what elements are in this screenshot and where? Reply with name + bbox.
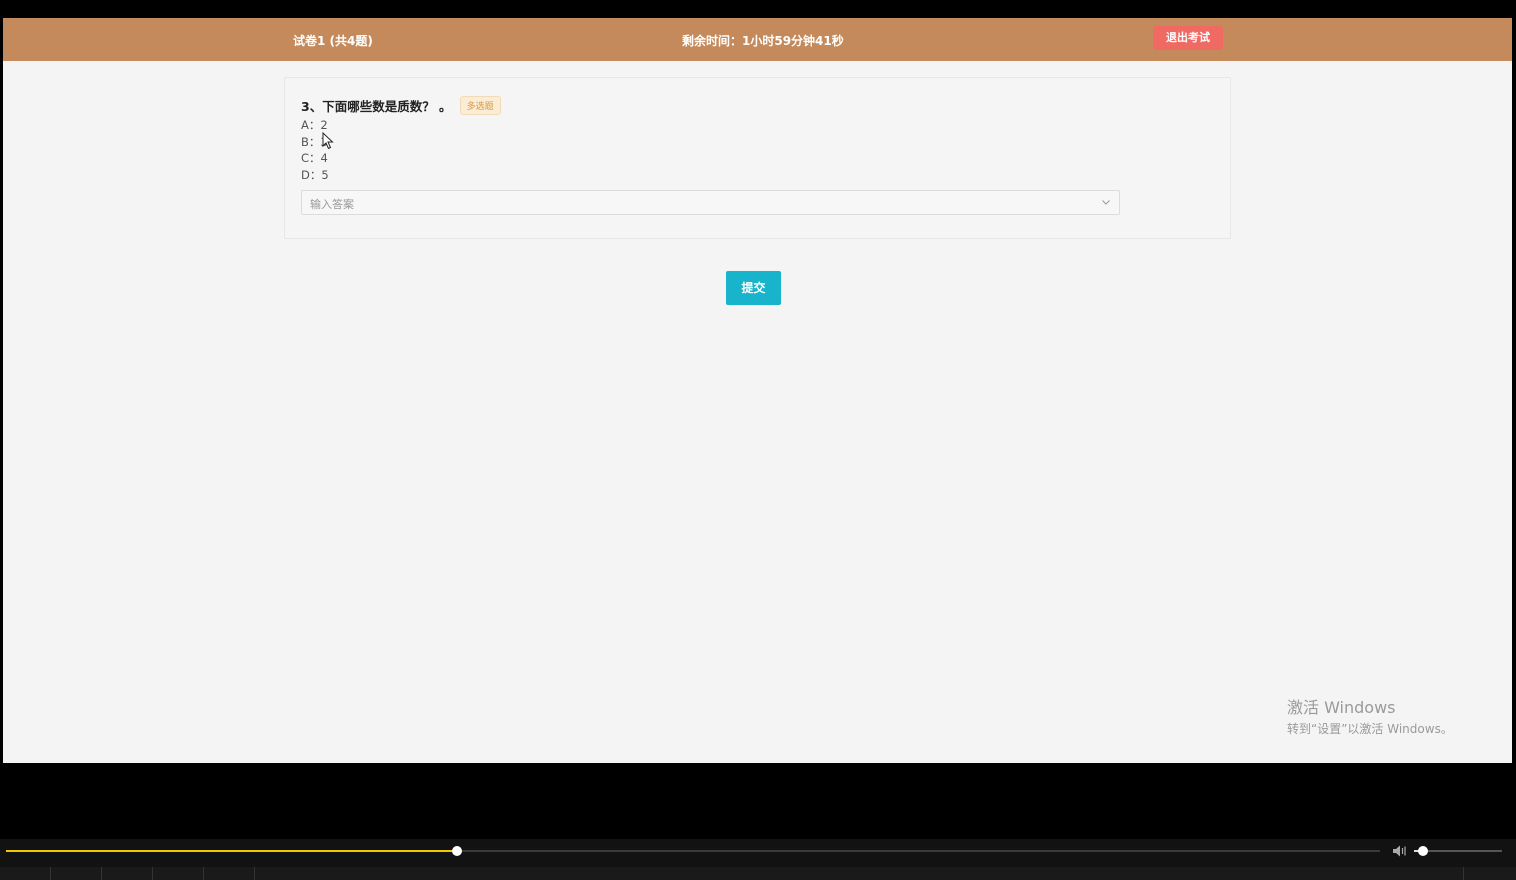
mouse-cursor-icon xyxy=(322,132,334,150)
option-d: D：5 xyxy=(301,168,329,183)
strip-divider xyxy=(101,867,102,880)
strip-divider xyxy=(203,867,204,880)
volume-icon[interactable] xyxy=(1392,844,1408,858)
strip-divider xyxy=(152,867,153,880)
volume-handle[interactable] xyxy=(1417,846,1428,856)
paper-title: 试卷1 (共4题) xyxy=(293,34,373,48)
watermark-title: 激活 Windows xyxy=(1287,698,1396,717)
windows-activation-watermark: 激活 Windows 转到“设置”以激活 Windows。 xyxy=(1287,694,1453,737)
option-c: C：4 xyxy=(301,151,328,166)
exam-screen: 试卷1 (共4题) 剩余时间：1小时59分钟41秒 退出考试 3、下面哪些数是质… xyxy=(3,18,1512,763)
strip-divider xyxy=(254,867,255,880)
watermark-subtitle: 转到“设置”以激活 Windows。 xyxy=(1287,722,1453,736)
question-card: 3、下面哪些数是质数？ 。 多选题 A：2 B：3 C：4 D：5 输入答案 xyxy=(284,77,1231,239)
seek-progress xyxy=(6,850,457,852)
bottom-strip xyxy=(0,867,1516,880)
answer-select[interactable]: 输入答案 xyxy=(301,190,1120,215)
question-heading: 3、下面哪些数是质数？ 。 多选题 xyxy=(301,96,501,115)
remaining-time: 剩余时间：1小时59分钟41秒 xyxy=(682,34,844,48)
seek-handle[interactable] xyxy=(451,846,462,856)
question-type-badge: 多选题 xyxy=(459,96,501,115)
exit-exam-button[interactable]: 退出考试 xyxy=(1153,26,1223,50)
submit-button[interactable]: 提交 xyxy=(726,271,781,305)
strip-divider xyxy=(50,867,51,880)
option-list: A：2 B：3 C：4 D：5 xyxy=(301,117,329,184)
video-player-controls xyxy=(0,839,1516,867)
chevron-down-icon xyxy=(1102,200,1110,205)
exam-header: 试卷1 (共4题) 剩余时间：1小时59分钟41秒 退出考试 xyxy=(3,18,1512,61)
question-text: 3、下面哪些数是质数？ 。 xyxy=(301,99,452,114)
answer-placeholder: 输入答案 xyxy=(310,198,354,211)
strip-divider xyxy=(1463,867,1464,880)
